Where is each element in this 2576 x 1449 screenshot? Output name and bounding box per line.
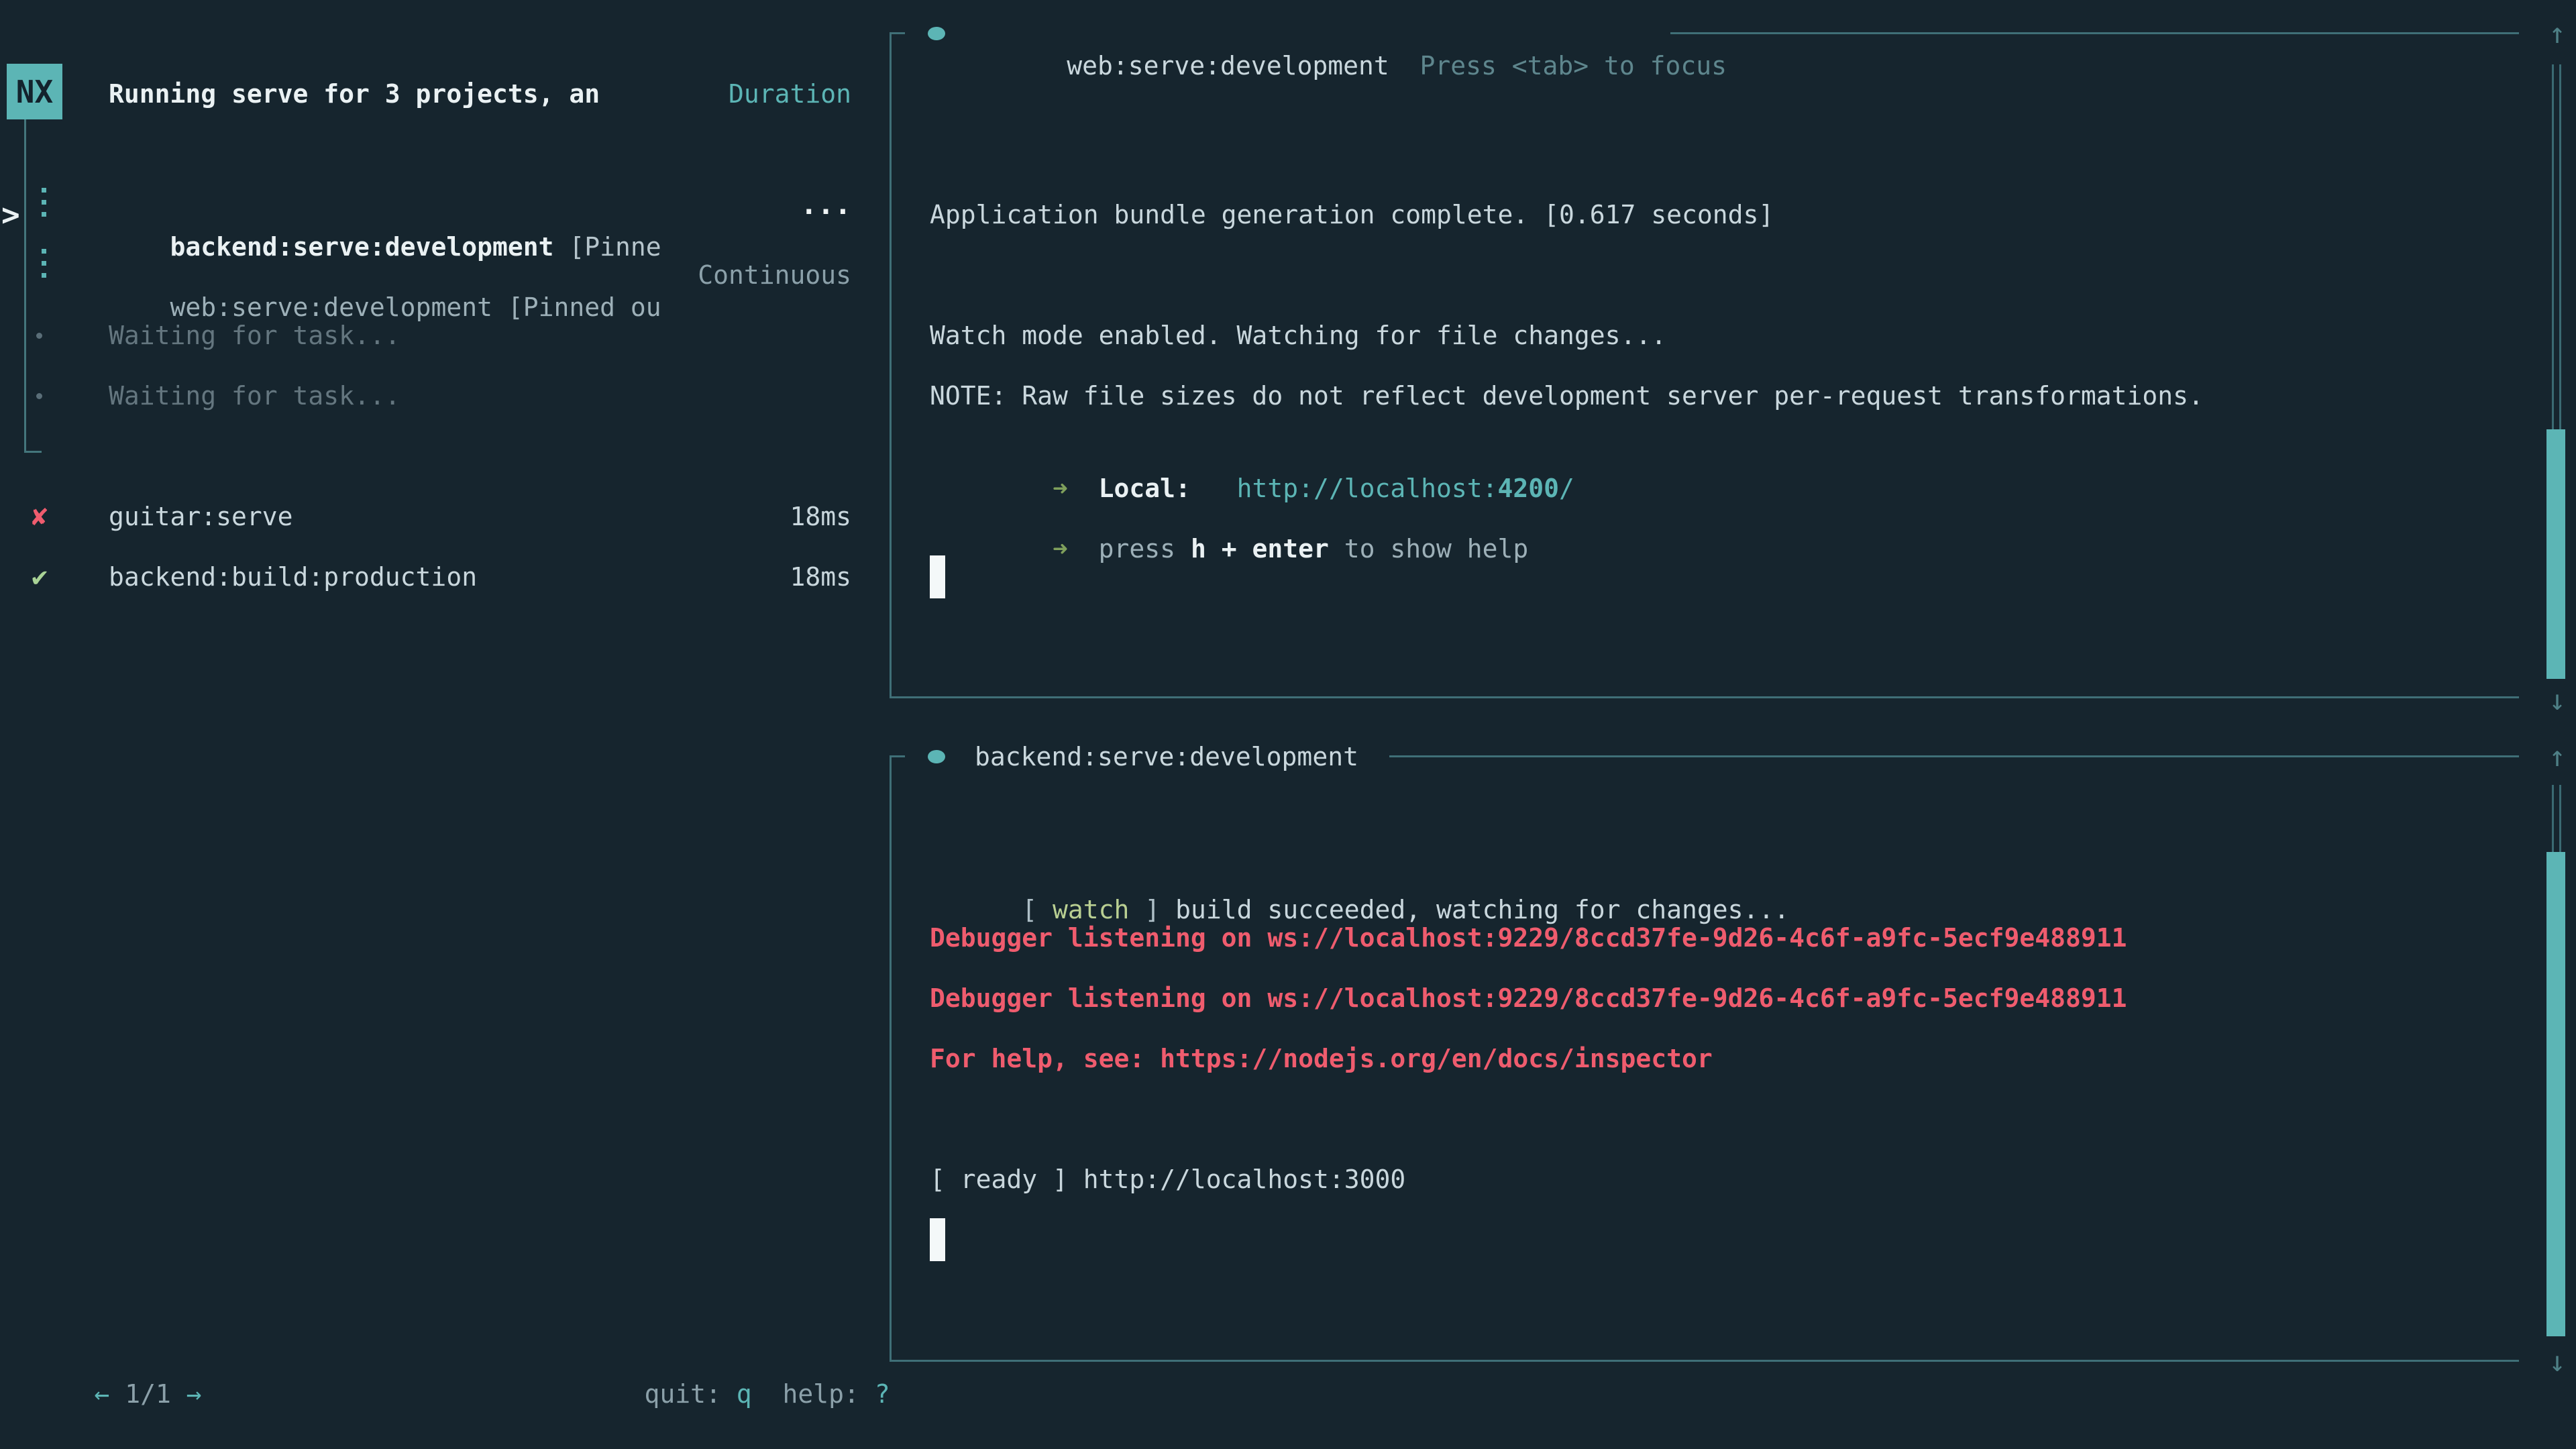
panel-header: web:serve:development Press <tab> to foc… xyxy=(975,17,1727,50)
scrollbar-track[interactable] xyxy=(2552,64,2561,429)
task-row-waiting-2: Waiting for task... xyxy=(109,380,400,412)
panel-border xyxy=(890,32,892,698)
waiting-bullet-icon xyxy=(36,333,42,339)
arrow-icon: ➜ xyxy=(1022,534,1098,564)
scrollbar-thumb[interactable] xyxy=(2546,852,2565,1336)
panel-border xyxy=(890,755,892,1362)
local-label: Local: xyxy=(1099,474,1191,503)
terminal-line-debugger: Debugger listening on ws://localhost:922… xyxy=(930,922,2127,954)
panel-border xyxy=(890,696,2519,698)
watch-text: build succeeded, watching for changes... xyxy=(1160,895,1789,924)
terminal-line-local: ➜ Local: http://localhost:4200/ xyxy=(930,440,1574,472)
terminal-line-inspector-help: For help, see: https://nodejs.org/en/doc… xyxy=(930,1042,1713,1075)
help-pre: press xyxy=(1099,534,1191,564)
panel-border xyxy=(890,1360,2519,1362)
terminal-cursor xyxy=(930,555,945,598)
local-slash[interactable]: / xyxy=(1559,474,1574,503)
scrollbar-track[interactable] xyxy=(2552,785,2561,852)
scroll-down-icon[interactable]: ↓ xyxy=(2542,1346,2572,1378)
task-duration-value: 18ms xyxy=(583,561,851,593)
scroll-up-icon[interactable]: ↑ xyxy=(2542,17,2572,50)
nx-tui-screen: NX Running serve for 3 projects, an Dura… xyxy=(0,0,2576,1449)
panel-border xyxy=(890,32,905,34)
help-keys: h + enter xyxy=(1191,534,1329,564)
task-row-guitar-serve[interactable]: guitar:serve xyxy=(109,500,293,533)
arrow-icon: ➜ xyxy=(1022,474,1098,503)
running-spinner-icon xyxy=(42,249,46,278)
pagination: ← 1/1 → xyxy=(33,1346,202,1378)
panel-status-bullet-icon xyxy=(928,27,945,40)
task-duration-value: Continuous xyxy=(583,259,851,291)
terminal-line: Application bundle generation complete. … xyxy=(930,199,1774,231)
nx-logo-text: NX xyxy=(16,74,53,110)
panel-title-gap xyxy=(1389,51,1420,80)
focus-hint: Press <tab> to focus xyxy=(1419,51,1727,80)
selected-task-caret-icon: > xyxy=(1,196,20,233)
task-name: backend:serve:development xyxy=(170,232,554,262)
help-key: ? xyxy=(875,1379,890,1409)
panel-title: backend:serve:development xyxy=(975,741,1358,773)
page-indicator: 1/1 xyxy=(109,1379,186,1409)
waiting-bullet-icon xyxy=(36,393,42,399)
terminal-line: NOTE: Raw file sizes do not reflect deve… xyxy=(930,380,2204,412)
page-prev-arrow-icon[interactable]: ← xyxy=(95,1379,110,1409)
terminal-cursor xyxy=(930,1218,945,1261)
nx-logo: NX xyxy=(7,64,62,119)
bracket-close: ] xyxy=(1129,895,1160,924)
quit-key: q xyxy=(737,1379,752,1409)
scroll-down-icon[interactable]: ↓ xyxy=(2542,684,2572,716)
success-icon: ✔ xyxy=(32,561,48,593)
watch-tag: watch xyxy=(1053,895,1129,924)
local-port[interactable]: 4200 xyxy=(1498,474,1560,503)
panel-status-bullet-icon xyxy=(928,750,945,763)
task-tree-rail xyxy=(24,119,26,452)
local-url[interactable]: http://localhost: xyxy=(1237,474,1498,503)
task-row-waiting-1: Waiting for task... xyxy=(109,319,400,352)
help-post: to show help xyxy=(1329,534,1528,564)
task-tree-rail-corner xyxy=(24,451,42,453)
task-running-indicator: ··· xyxy=(583,196,851,228)
help-label: help: xyxy=(752,1379,875,1409)
task-name-suffix: [Pinned ou xyxy=(492,292,661,322)
panel-border xyxy=(1670,32,2519,34)
running-spinner-icon xyxy=(42,188,46,217)
local-gap xyxy=(1191,474,1237,503)
task-row-backend-serve[interactable]: backend:serve:development [Pinne xyxy=(109,199,661,231)
task-list-title: Running serve for 3 projects, an xyxy=(109,78,600,110)
terminal-line: Watch mode enabled. Watching for file ch… xyxy=(930,319,1666,352)
task-row-backend-build[interactable]: backend:build:production xyxy=(109,561,477,593)
terminal-line-watch: [ watch ] build succeeded, watching for … xyxy=(930,861,1789,894)
terminal-line-help-hint: ➜ press h + enter to show help xyxy=(930,500,1528,533)
terminal-line-ready: [ ready ] http://localhost:3000 xyxy=(930,1163,1405,1195)
scrollbar-thumb[interactable] xyxy=(2546,429,2565,679)
task-name: web:serve:development xyxy=(170,292,492,322)
page-next-arrow-icon[interactable]: → xyxy=(186,1379,202,1409)
failed-icon: ✘ xyxy=(32,500,48,533)
quit-label: quit: xyxy=(645,1379,737,1409)
scroll-up-icon[interactable]: ↑ xyxy=(2542,741,2572,773)
bracket-open: [ xyxy=(1022,895,1053,924)
keybind-hints: quit: q help: ? xyxy=(583,1346,851,1378)
panel-border xyxy=(1389,755,2519,757)
task-row-web-serve[interactable]: web:serve:development [Pinned ou xyxy=(109,259,661,291)
panel-border xyxy=(890,755,905,757)
task-name-suffix: [Pinne xyxy=(553,232,661,262)
duration-column-header: Duration xyxy=(583,78,851,110)
task-duration-value: 18ms xyxy=(583,500,851,533)
panel-title: web:serve:development xyxy=(1067,51,1389,80)
terminal-line-debugger: Debugger listening on ws://localhost:922… xyxy=(930,982,2127,1014)
